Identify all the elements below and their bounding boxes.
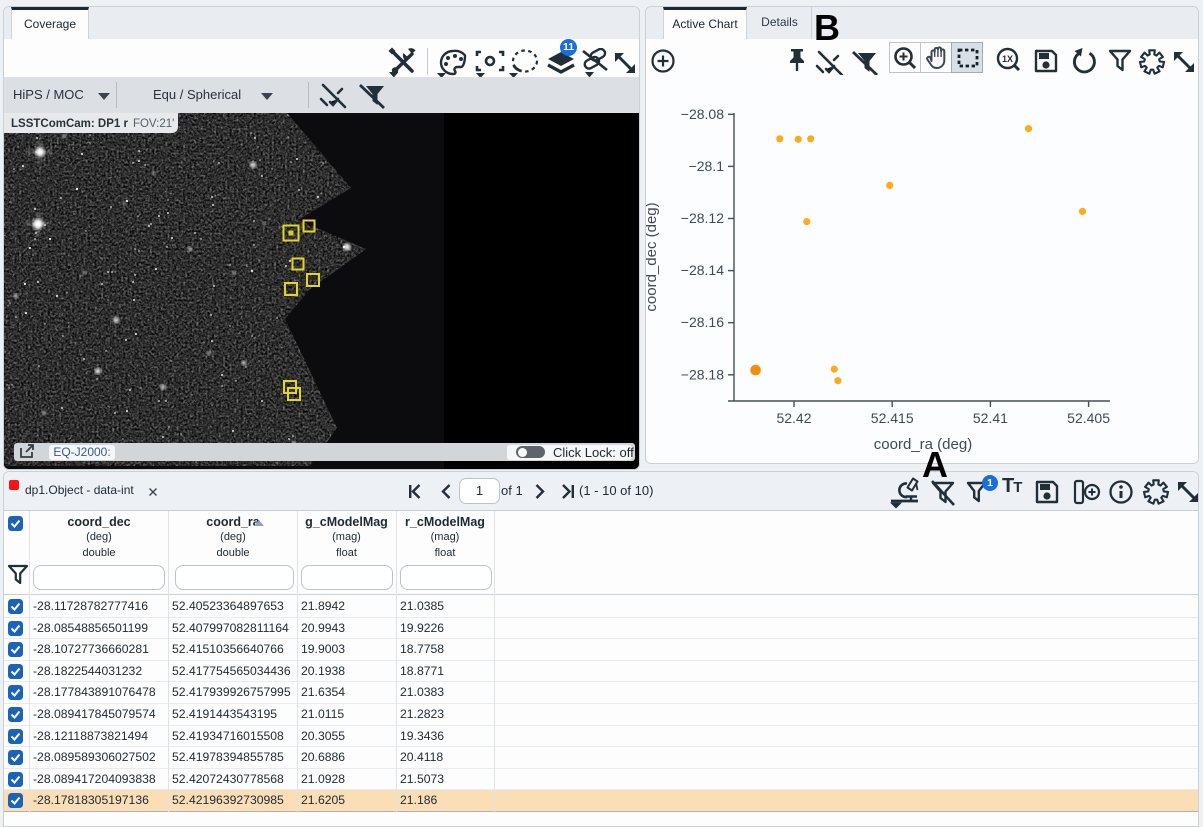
svg-text:52.41: 52.41 [973,410,1008,426]
svg-text:52.415: 52.415 [871,410,914,426]
svg-text:52.405: 52.405 [1067,410,1110,426]
svg-text:1X: 1X [1002,54,1013,64]
svg-text:−28.14: −28.14 [681,262,724,278]
svg-text:−28.08: −28.08 [681,106,724,122]
svg-text:−28.18: −28.18 [681,366,724,382]
svg-text:−28.1: −28.1 [689,158,725,174]
svg-text:−28.12: −28.12 [681,210,724,226]
svg-text:−28.16: −28.16 [681,314,724,330]
svg-text:coord_dec (deg): coord_dec (deg) [646,202,660,311]
svg-text:52.42: 52.42 [776,410,811,426]
